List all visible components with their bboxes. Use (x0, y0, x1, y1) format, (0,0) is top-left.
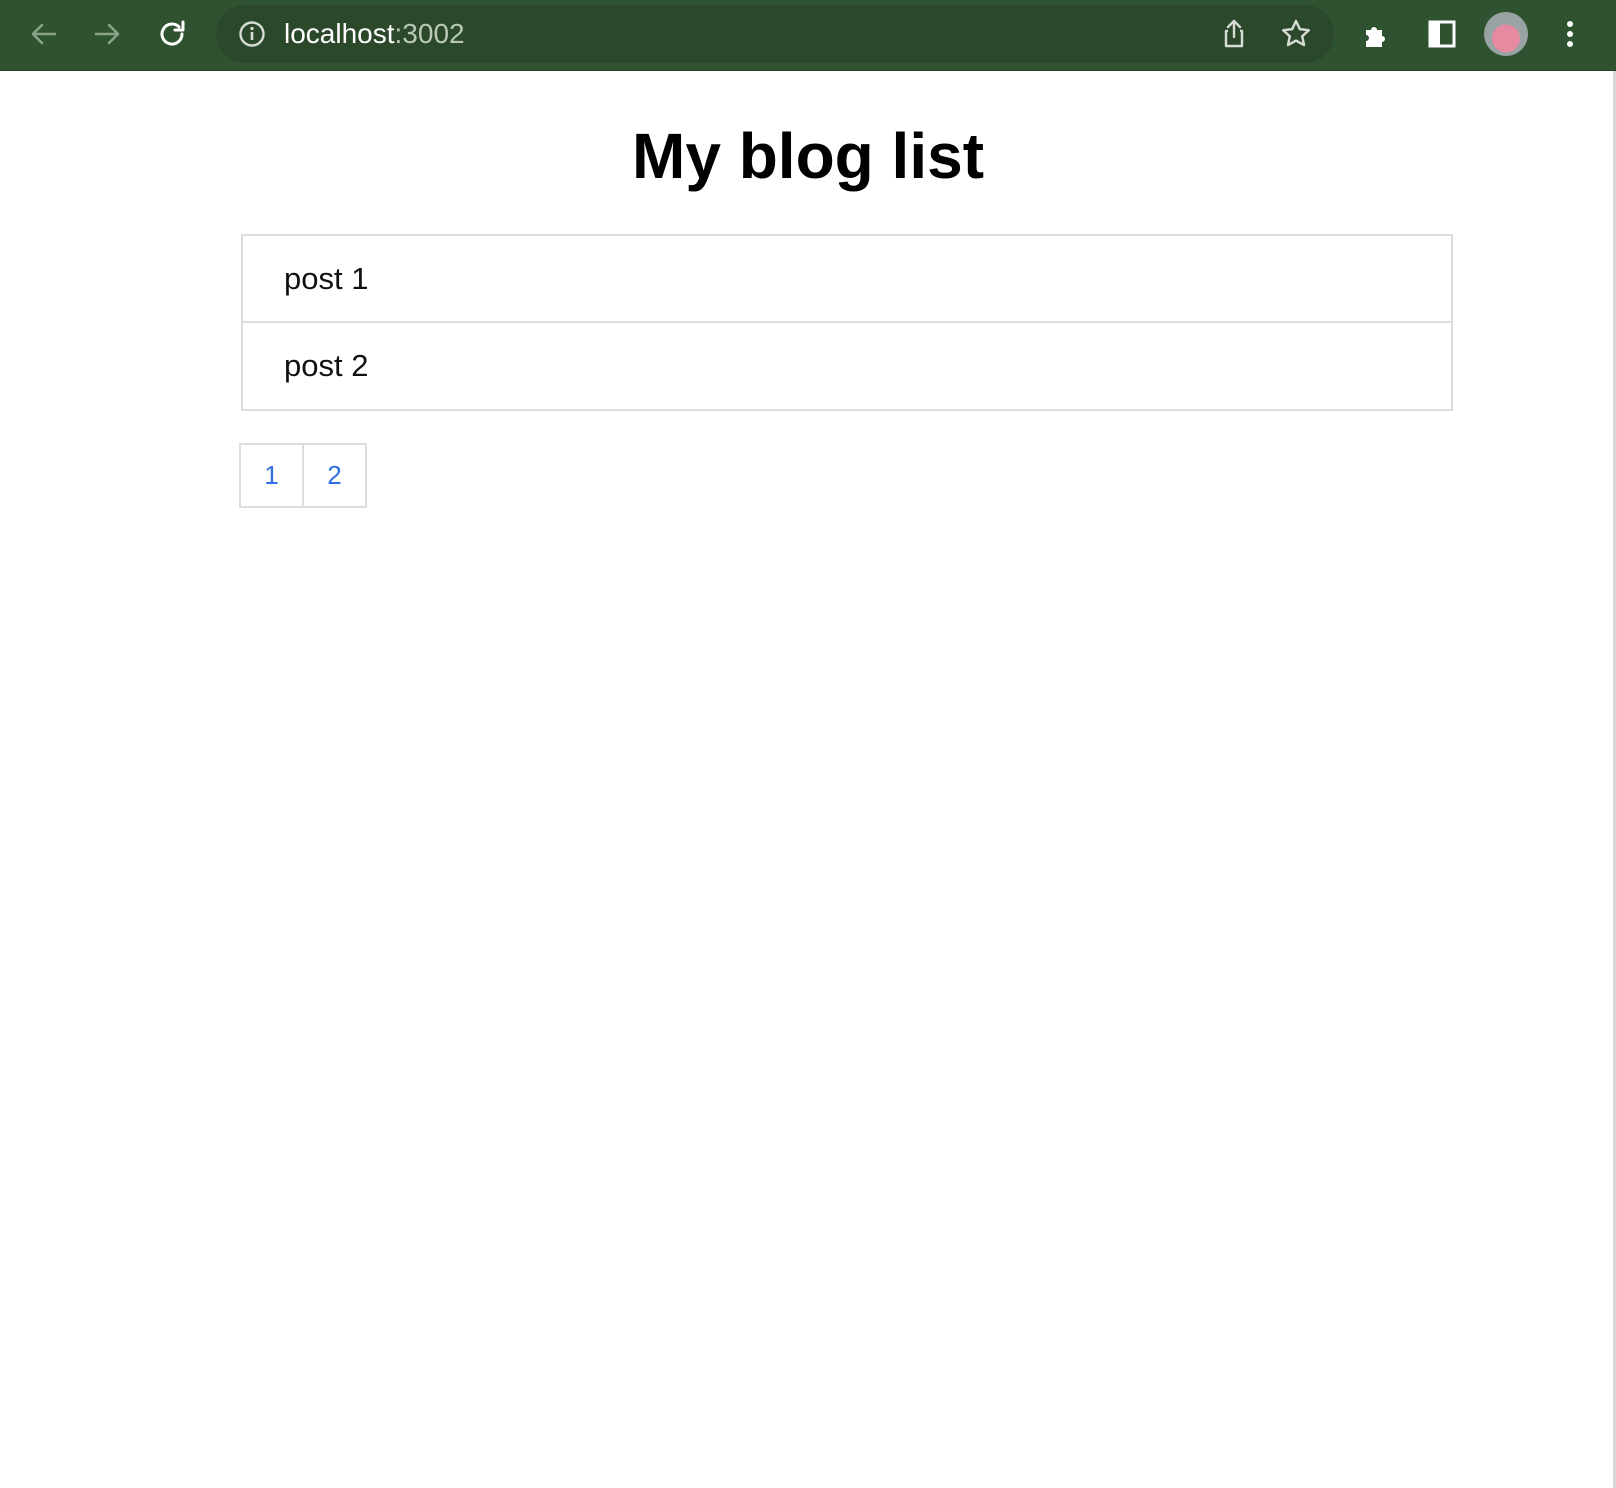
forward-arrow-icon (94, 23, 120, 45)
star-icon[interactable] (1279, 17, 1313, 51)
info-icon[interactable] (238, 20, 266, 48)
url-port: :3002 (394, 18, 465, 49)
post-list-item[interactable]: post 2 (243, 323, 1451, 409)
page-link-1[interactable]: 1 (239, 443, 304, 508)
url-host: localhost (284, 18, 395, 49)
browser-menu-button[interactable] (1548, 12, 1592, 56)
back-arrow-icon (31, 23, 57, 45)
url-text[interactable]: localhost:3002 (284, 19, 465, 49)
page-link-2[interactable]: 2 (302, 443, 367, 508)
kebab-menu-icon (1567, 21, 1573, 47)
profile-avatar[interactable] (1484, 12, 1528, 56)
extensions-button[interactable] (1355, 12, 1399, 56)
reload-icon (160, 20, 185, 46)
post-list-item[interactable]: post 1 (243, 236, 1451, 323)
extensions-icon (1366, 27, 1385, 47)
side-panel-icon (1428, 20, 1456, 48)
forward-button[interactable] (85, 12, 129, 56)
share-icon[interactable] (1217, 17, 1251, 51)
pagination: 1 2 (239, 443, 367, 508)
side-panel-button[interactable] (1420, 12, 1464, 56)
page-title: My blog list (632, 120, 984, 192)
address-bar[interactable]: localhost:3002 (216, 5, 1334, 63)
post-list: post 1 post 2 (241, 234, 1453, 411)
reload-button[interactable] (150, 12, 194, 56)
back-button[interactable] (22, 12, 66, 56)
browser-toolbar: localhost:3002 (0, 0, 1616, 71)
